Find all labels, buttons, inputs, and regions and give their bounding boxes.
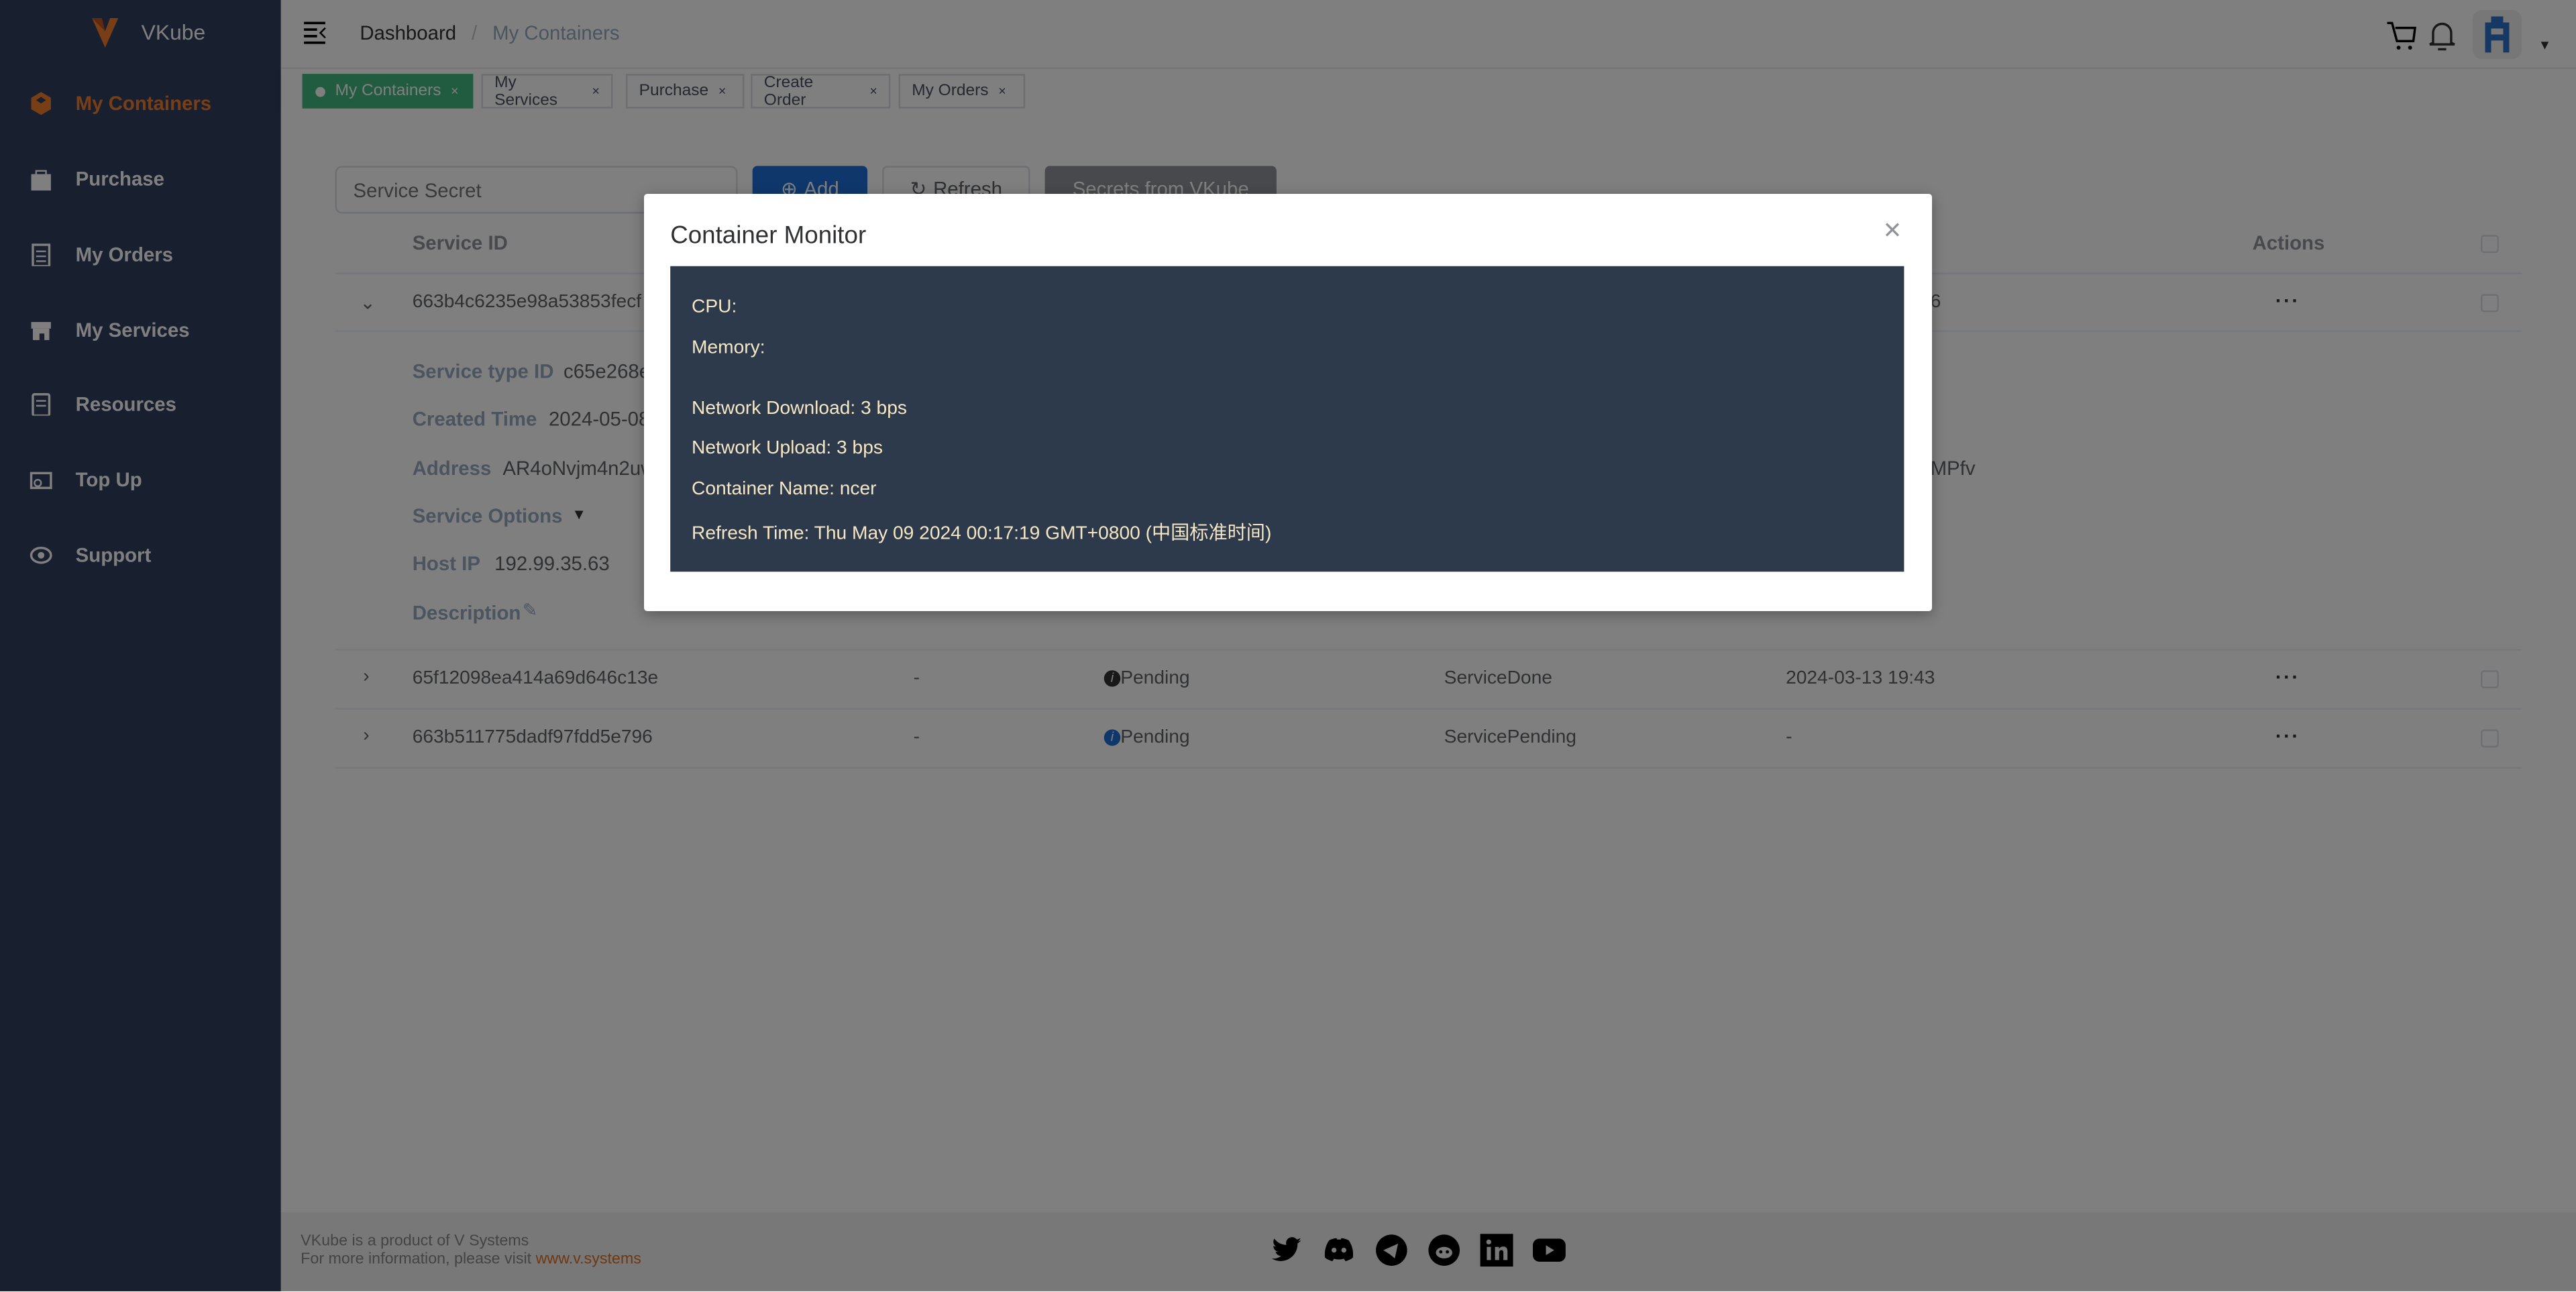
dialog-title: Container Monitor — [670, 221, 867, 250]
cpu-stat: CPU: — [692, 297, 737, 317]
network-upload-stat: Network Upload: 3 bps — [692, 438, 883, 459]
network-download-stat: Network Download: 3 bps — [692, 399, 907, 419]
container-name: Container Name: ncer — [692, 480, 877, 500]
memory-stat: Memory: — [692, 338, 765, 358]
monitor-panel: CPU: Memory: Network Download: 3 bps Net… — [670, 266, 1904, 572]
close-icon[interactable]: ✕ — [1883, 217, 1902, 245]
refresh-time: Refresh Time: Thu May 09 2024 00:17:19 G… — [692, 524, 1272, 544]
container-monitor-dialog: Container Monitor ✕ CPU: Memory: Network… — [644, 193, 1933, 612]
